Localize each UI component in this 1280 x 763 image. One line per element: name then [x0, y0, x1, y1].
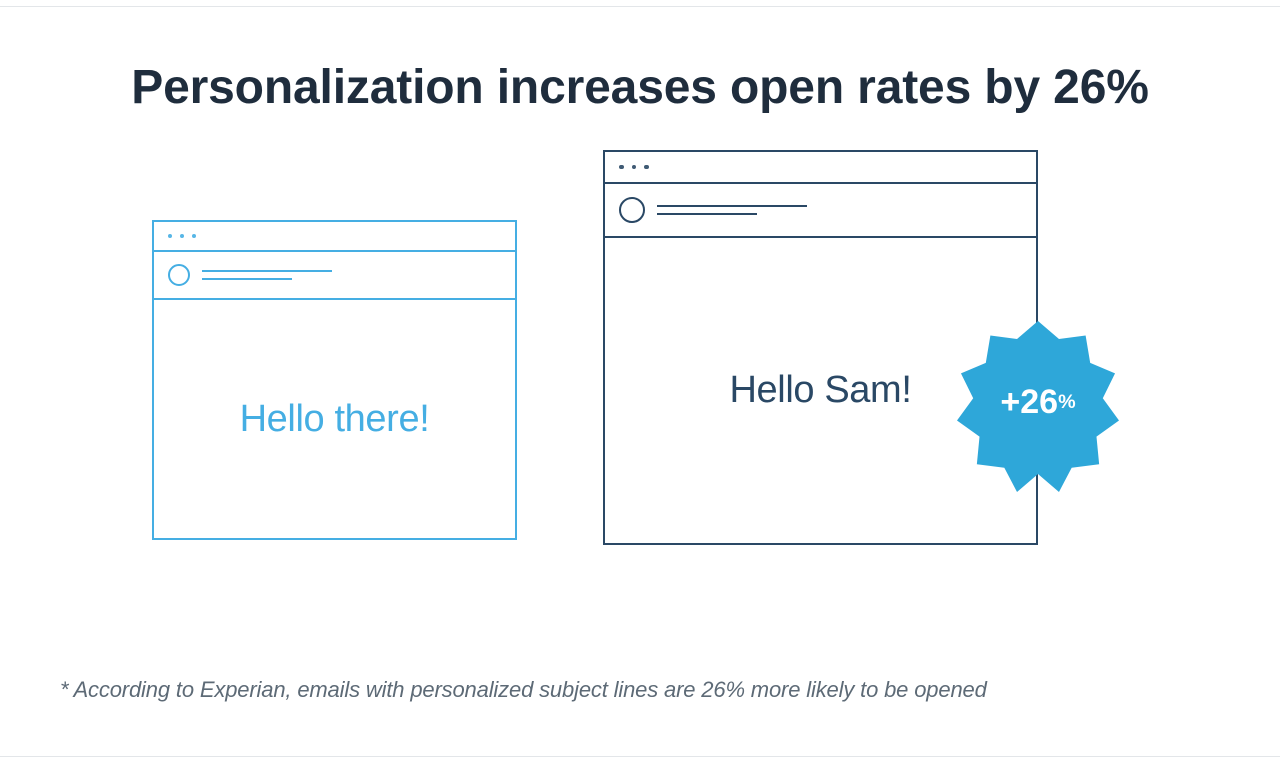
- avatar-icon: [168, 264, 190, 286]
- diagram-stage: Hello there! Hello Sam! +26%: [0, 120, 1280, 600]
- window-control-dot-icon: [168, 234, 172, 238]
- uplift-badge-value: +26: [1000, 383, 1058, 421]
- greeting-generic: Hello there!: [240, 398, 430, 441]
- uplift-badge-label: +26%: [1000, 383, 1075, 422]
- avatar-icon: [619, 197, 645, 223]
- page-title: Personalization increases open rates by …: [0, 62, 1280, 115]
- uplift-badge: +26%: [948, 312, 1128, 492]
- greeting-personalized: Hello Sam!: [729, 369, 911, 412]
- text-lines-icon: [657, 205, 807, 215]
- window-control-dot-icon: [619, 165, 624, 170]
- text-lines-icon: [202, 270, 332, 280]
- footnote: * According to Experian, emails with per…: [60, 675, 1220, 705]
- window-control-dot-icon: [632, 165, 637, 170]
- window-generic-body: Hello there!: [154, 300, 515, 538]
- divider-top: [0, 6, 1280, 7]
- window-generic: Hello there!: [152, 220, 517, 540]
- uplift-badge-suffix: %: [1058, 390, 1076, 412]
- window-generic-titlebar: [154, 222, 515, 252]
- window-control-dot-icon: [644, 165, 649, 170]
- window-personalized: Hello Sam! +26%: [603, 150, 1038, 545]
- window-control-dot-icon: [192, 234, 196, 238]
- divider-bottom: [0, 756, 1280, 757]
- window-personalized-titlebar: [605, 152, 1036, 184]
- window-control-dot-icon: [180, 234, 184, 238]
- window-generic-header: [154, 252, 515, 300]
- window-personalized-header: [605, 184, 1036, 238]
